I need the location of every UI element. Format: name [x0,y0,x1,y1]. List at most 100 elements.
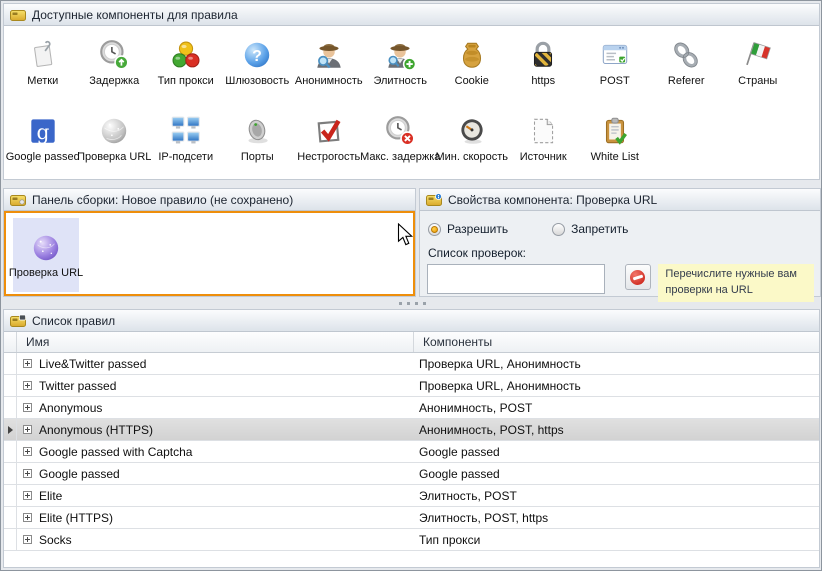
component-min-speed[interactable]: Мин. скорость [436,114,508,163]
table-row[interactable]: Socks Тип прокси [4,529,819,551]
panel-title: Доступные компоненты для правила [32,8,238,22]
component-label: Метки [27,75,58,87]
component-delay[interactable]: Задержка [79,38,151,108]
row-indicator [4,463,17,484]
component-label: https [531,75,555,87]
rule-name: Google passed with Captcha [39,445,192,459]
chain-icon [669,38,703,72]
radio-allow[interactable]: Разрешить [428,222,508,236]
component-labels[interactable]: Метки [7,38,79,108]
rule-component-url-check[interactable]: Проверка URL [13,218,79,292]
component-ports[interactable]: Порты [222,114,294,163]
svg-text:?: ? [252,48,262,65]
red-check-icon [312,114,346,148]
svg-text:g: g [36,120,49,144]
rules-panel-header: Список правил [4,310,819,332]
expand-icon[interactable] [23,491,32,500]
component-label: Макс. задержка [360,151,440,163]
component-label: Страны [738,75,777,87]
rule-components: Анонимность, POST [414,401,819,415]
component-referer[interactable]: Referer [651,38,723,108]
radio-deny[interactable]: Запретить [552,222,628,236]
properties-panel-icon [426,193,442,207]
radio-allow-label: Разрешить [447,222,508,236]
component-gateway[interactable]: ? Шлюзовость [222,38,294,108]
clock-x-icon [383,114,417,148]
horizontal-splitter-handle[interactable] [399,302,426,305]
table-row-selected[interactable]: Anonymous (HTTPS) Анонимность, POST, htt… [4,419,819,441]
expand-icon[interactable] [23,403,32,412]
component-label: Шлюзовость [225,75,289,87]
checks-list-label: Список проверок: [428,246,814,260]
expand-icon[interactable] [23,469,32,478]
column-header-components[interactable]: Компоненты [414,332,819,352]
component-google-passed[interactable]: g Google passed [7,114,79,163]
rule-name: Twitter passed [39,379,116,393]
table-row[interactable]: Twitter passed Проверка URL, Анонимность [4,375,819,397]
component-post[interactable]: POST [579,38,651,108]
component-label: Мин. скорость [435,151,508,163]
expand-icon[interactable] [23,359,32,368]
rule-components: Google passed [414,467,819,481]
available-components-header: Доступные компоненты для правила [4,4,819,26]
component-ip-subnets[interactable]: IP-подсети [150,114,222,163]
component-label: IP-подсети [158,151,213,163]
component-https[interactable]: https [508,38,580,108]
row-indicator [4,375,17,396]
available-components-panel: Доступные компоненты для правила Метки З… [3,3,820,180]
rule-components: Google passed [414,445,819,459]
component-source[interactable]: Источник [508,114,580,163]
radio-allow-dot [428,223,441,236]
purple-sphere-icon [29,231,63,265]
expand-icon[interactable] [23,513,32,522]
table-row[interactable]: Elite Элитность, POST [4,485,819,507]
component-leniency[interactable]: Нестрогость [293,114,365,163]
component-anonymity[interactable]: Анонимность [293,38,365,108]
component-white-list[interactable]: White List [579,114,651,163]
component-url-check[interactable]: Проверка URL [79,114,151,163]
spy-magnifier-icon [312,38,346,72]
clipboard-check-icon [598,114,632,148]
no-entry-icon [630,270,645,285]
component-label: Нестрогость [297,151,360,163]
component-label: Анонимность [295,75,363,87]
expand-icon[interactable] [23,425,32,434]
build-panel: Панель сборки: Новое правило (не сохране… [3,188,416,297]
checks-input[interactable] [427,264,605,294]
properties-panel-header: Свойства компонента: Проверка URL [420,189,820,211]
column-header-name[interactable]: Имя [17,332,414,352]
rule-drop-area[interactable]: Проверка URL [4,211,415,296]
rule-name: Elite (HTTPS) [39,511,113,525]
table-row[interactable]: Google passed Google passed [4,463,819,485]
expand-icon[interactable] [23,535,32,544]
rule-name: Anonymous (HTTPS) [39,423,153,437]
remove-button[interactable] [625,264,652,290]
rule-components: Анонимность, POST, https [414,423,819,437]
panel-title: Панель сборки: Новое правило (не сохране… [32,193,293,207]
row-indicator [4,485,17,506]
components-panel-icon [10,8,26,22]
expand-icon[interactable] [23,447,32,456]
component-label: Источник [520,151,567,163]
component-label: Google passed [6,151,80,163]
component-cookie[interactable]: Cookie [436,38,508,108]
radio-deny-dot [552,223,565,236]
current-row-marker-icon [8,426,13,434]
component-countries[interactable]: Страны [722,38,794,108]
rule-components: Элитность, POST, https [414,511,819,525]
row-indicator [4,529,17,550]
expand-icon[interactable] [23,381,32,390]
table-row[interactable]: Elite (HTTPS) Элитность, POST, https [4,507,819,529]
properties-body: Разрешить Запретить Список проверок: Пер… [420,211,820,302]
table-row[interactable]: Google passed with Captcha Google passed [4,441,819,463]
table-row[interactable]: Anonymous Анонимность, POST [4,397,819,419]
component-max-delay[interactable]: Макс. задержка [365,114,437,163]
component-proxy-type[interactable]: Тип прокси [150,38,222,108]
row-indicator [4,441,17,462]
rules-list-panel: Список правил Имя Компоненты Live&Twitte… [3,309,820,568]
component-label: White List [591,151,639,163]
component-elite[interactable]: Элитность [365,38,437,108]
table-row[interactable]: Live&Twitter passed Проверка URL, Аноним… [4,353,819,375]
component-label: Cookie [455,75,489,87]
clock-up-icon [97,38,131,72]
